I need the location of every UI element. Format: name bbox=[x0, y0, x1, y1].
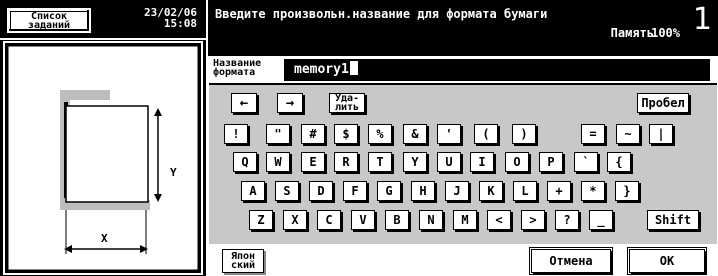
key-close-brace[interactable]: } bbox=[615, 181, 639, 201]
key-i[interactable]: I bbox=[470, 152, 494, 172]
key-b[interactable]: B bbox=[385, 210, 409, 230]
cancel-button[interactable]: Отмена bbox=[529, 247, 613, 275]
key-d[interactable]: D bbox=[309, 181, 333, 201]
key-dollar[interactable]: $ bbox=[334, 124, 358, 144]
key-close-paren[interactable]: ) bbox=[512, 124, 536, 144]
key-open-paren[interactable]: ( bbox=[474, 124, 498, 144]
key-less-than[interactable]: < bbox=[487, 210, 511, 230]
key-question[interactable]: ? bbox=[555, 210, 579, 230]
delete-button[interactable]: Уда- лить bbox=[329, 93, 365, 113]
key-a[interactable]: A bbox=[241, 181, 265, 201]
key-u[interactable]: U bbox=[437, 152, 461, 172]
y-dimension-label: Y bbox=[170, 166, 177, 179]
footer-bar: Япон ский Отмена OK bbox=[209, 244, 718, 276]
key-hash[interactable]: # bbox=[301, 124, 325, 144]
key-pipe[interactable]: | bbox=[649, 124, 673, 144]
key-s[interactable]: S bbox=[275, 181, 299, 201]
page-number: 1 bbox=[692, 2, 712, 37]
paper-format-name-input[interactable]: memory1 bbox=[284, 59, 710, 81]
text-cursor bbox=[349, 61, 358, 75]
key-percent[interactable]: % bbox=[368, 124, 392, 144]
key-w[interactable]: W bbox=[266, 152, 290, 172]
left-header: Список заданий 23/02/06 15:08 bbox=[0, 0, 206, 38]
key-l[interactable]: L bbox=[513, 181, 537, 201]
key-r[interactable]: R bbox=[334, 152, 358, 172]
key-k[interactable]: K bbox=[479, 181, 503, 201]
memory-value: 100% bbox=[651, 26, 680, 40]
key-t[interactable]: T bbox=[368, 152, 392, 172]
key-exclamation[interactable]: ! bbox=[224, 124, 248, 144]
name-input-value: memory1 bbox=[294, 62, 349, 77]
key-f[interactable]: F bbox=[343, 181, 367, 201]
x-dimension-label: X bbox=[101, 232, 108, 245]
job-list-button[interactable]: Список заданий bbox=[7, 8, 91, 33]
key-j[interactable]: J bbox=[445, 181, 469, 201]
message-header: Введите произвольн.название для формата … bbox=[208, 0, 718, 56]
cursor-left-button[interactable]: ← bbox=[231, 93, 257, 113]
key-apostrophe[interactable]: ' bbox=[437, 124, 461, 144]
space-button[interactable]: Пробел bbox=[637, 93, 689, 113]
key-q[interactable]: Q bbox=[233, 152, 257, 172]
key-m[interactable]: M bbox=[453, 210, 477, 230]
key-z[interactable]: Z bbox=[249, 210, 273, 230]
key-x[interactable]: X bbox=[283, 210, 307, 230]
paper-diagram-panel: Y X bbox=[0, 40, 206, 276]
key-equals[interactable]: = bbox=[581, 124, 605, 144]
key-plus[interactable]: + bbox=[547, 181, 571, 201]
keyboard-panel: ← → Уда- лить Пробел ! " # $ % & ' ( ) =… bbox=[209, 83, 717, 244]
paper-format-name-label: Название формата bbox=[213, 58, 262, 78]
key-p[interactable]: P bbox=[539, 152, 563, 172]
memory-label: Память bbox=[610, 26, 654, 40]
date-time-display: 23/02/06 15:08 bbox=[144, 6, 197, 30]
key-open-brace[interactable]: { bbox=[607, 152, 631, 172]
japanese-input-button[interactable]: Япон ский bbox=[222, 249, 264, 273]
key-backtick[interactable]: ` bbox=[574, 152, 598, 172]
key-e[interactable]: E bbox=[301, 152, 325, 172]
paper-size-diagram: Y X bbox=[3, 41, 203, 275]
key-o[interactable]: O bbox=[505, 152, 529, 172]
key-quote[interactable]: " bbox=[266, 124, 290, 144]
key-underscore[interactable]: _ bbox=[589, 210, 613, 230]
key-y[interactable]: Y bbox=[403, 152, 427, 172]
cursor-right-button[interactable]: → bbox=[277, 93, 303, 113]
instruction-message: Введите произвольн.название для формата … bbox=[215, 7, 548, 21]
key-v[interactable]: V bbox=[351, 210, 375, 230]
key-ampersand[interactable]: & bbox=[403, 124, 427, 144]
key-tilde[interactable]: ~ bbox=[616, 124, 640, 144]
key-n[interactable]: N bbox=[419, 210, 443, 230]
key-greater-than[interactable]: > bbox=[521, 210, 545, 230]
ok-button[interactable]: OK bbox=[627, 247, 707, 275]
shift-button[interactable]: Shift bbox=[647, 210, 699, 230]
key-h[interactable]: H bbox=[411, 181, 435, 201]
key-g[interactable]: G bbox=[377, 181, 401, 201]
key-asterisk[interactable]: * bbox=[581, 181, 605, 201]
key-c[interactable]: C bbox=[317, 210, 341, 230]
